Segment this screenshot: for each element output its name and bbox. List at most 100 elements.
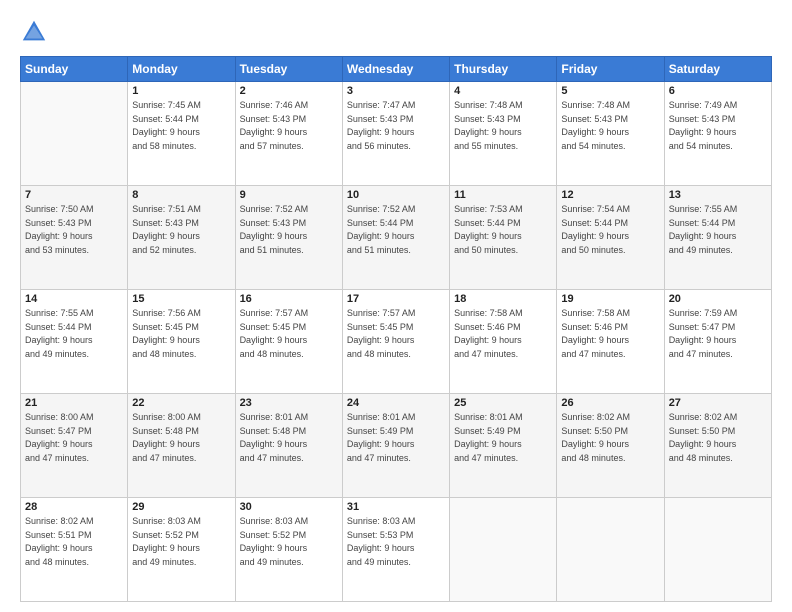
day-number: 13: [669, 189, 767, 201]
day-number: 7: [25, 189, 123, 201]
day-cell: 1 Sunrise: 7:45 AMSunset: 5:44 PMDaylight…: [128, 82, 235, 186]
day-cell: 12 Sunrise: 7:54 AMSunset: 5:44 PMDayligh…: [557, 186, 664, 290]
day-number: 27: [669, 397, 767, 409]
col-header-thursday: Thursday: [450, 57, 557, 82]
day-number: 20: [669, 293, 767, 305]
day-cell: 10 Sunrise: 7:52 AMSunset: 5:44 PMDayligh…: [342, 186, 449, 290]
day-info: Sunrise: 7:52 AMSunset: 5:44 PMDaylight:…: [347, 203, 445, 257]
day-info: Sunrise: 7:58 AMSunset: 5:46 PMDaylight:…: [561, 307, 659, 361]
day-number: 15: [132, 293, 230, 305]
day-info: Sunrise: 8:02 AMSunset: 5:51 PMDaylight:…: [25, 515, 123, 569]
day-info: Sunrise: 7:55 AMSunset: 5:44 PMDaylight:…: [25, 307, 123, 361]
day-info: Sunrise: 7:53 AMSunset: 5:44 PMDaylight:…: [454, 203, 552, 257]
day-cell: 27 Sunrise: 8:02 AMSunset: 5:50 PMDayligh…: [664, 394, 771, 498]
day-info: Sunrise: 7:55 AMSunset: 5:44 PMDaylight:…: [669, 203, 767, 257]
day-info: Sunrise: 7:48 AMSunset: 5:43 PMDaylight:…: [454, 99, 552, 153]
calendar-table: SundayMondayTuesdayWednesdayThursdayFrid…: [20, 56, 772, 602]
day-cell: 15Sunrise: 7:56 AMSunset: 5:45 PMDayligh…: [128, 290, 235, 394]
day-number: 25: [454, 397, 552, 409]
col-header-monday: Monday: [128, 57, 235, 82]
day-number: 28: [25, 501, 123, 513]
col-header-wednesday: Wednesday: [342, 57, 449, 82]
day-number: 11: [454, 189, 552, 201]
day-info: Sunrise: 8:03 AMSunset: 5:53 PMDaylight:…: [347, 515, 445, 569]
day-cell: 9 Sunrise: 7:52 AMSunset: 5:43 PMDaylight…: [235, 186, 342, 290]
day-number: 1: [132, 85, 230, 97]
day-info: Sunrise: 8:00 AMSunset: 5:47 PMDaylight:…: [25, 411, 123, 465]
day-info: Sunrise: 8:01 AMSunset: 5:49 PMDaylight:…: [454, 411, 552, 465]
day-info: Sunrise: 7:45 AMSunset: 5:44 PMDaylight:…: [132, 99, 230, 153]
day-number: 5: [561, 85, 659, 97]
header: [20, 18, 772, 46]
day-cell: [450, 498, 557, 602]
day-number: 4: [454, 85, 552, 97]
day-cell: 22 Sunrise: 8:00 AMSunset: 5:48 PMDayligh…: [128, 394, 235, 498]
day-info: Sunrise: 8:02 AMSunset: 5:50 PMDaylight:…: [561, 411, 659, 465]
header-row: SundayMondayTuesdayWednesdayThursdayFrid…: [21, 57, 772, 82]
day-cell: 3 Sunrise: 7:47 AMSunset: 5:43 PMDaylight…: [342, 82, 449, 186]
day-info: Sunrise: 7:49 AMSunset: 5:43 PMDaylight:…: [669, 99, 767, 153]
day-info: Sunrise: 7:58 AMSunset: 5:46 PMDaylight:…: [454, 307, 552, 361]
day-cell: 13 Sunrise: 7:55 AMSunset: 5:44 PMDayligh…: [664, 186, 771, 290]
day-number: 23: [240, 397, 338, 409]
day-info: Sunrise: 7:48 AMSunset: 5:43 PMDaylight:…: [561, 99, 659, 153]
day-cell: 18 Sunrise: 7:58 AMSunset: 5:46 PMDayligh…: [450, 290, 557, 394]
day-cell: 31Sunrise: 8:03 AMSunset: 5:53 PMDayligh…: [342, 498, 449, 602]
day-info: Sunrise: 7:54 AMSunset: 5:44 PMDaylight:…: [561, 203, 659, 257]
day-cell: 14Sunrise: 7:55 AMSunset: 5:44 PMDayligh…: [21, 290, 128, 394]
day-number: 24: [347, 397, 445, 409]
day-cell: 25 Sunrise: 8:01 AMSunset: 5:49 PMDayligh…: [450, 394, 557, 498]
day-cell: 5 Sunrise: 7:48 AMSunset: 5:43 PMDaylight…: [557, 82, 664, 186]
day-cell: 11 Sunrise: 7:53 AMSunset: 5:44 PMDayligh…: [450, 186, 557, 290]
day-number: 26: [561, 397, 659, 409]
logo-icon: [20, 18, 48, 46]
day-cell: 24 Sunrise: 8:01 AMSunset: 5:49 PMDayligh…: [342, 394, 449, 498]
day-number: 17: [347, 293, 445, 305]
day-number: 2: [240, 85, 338, 97]
day-number: 12: [561, 189, 659, 201]
day-info: Sunrise: 7:57 AMSunset: 5:45 PMDaylight:…: [347, 307, 445, 361]
day-cell: 2 Sunrise: 7:46 AMSunset: 5:43 PMDaylight…: [235, 82, 342, 186]
day-info: Sunrise: 8:01 AMSunset: 5:49 PMDaylight:…: [347, 411, 445, 465]
day-number: 10: [347, 189, 445, 201]
week-row-5: 28 Sunrise: 8:02 AMSunset: 5:51 PMDayligh…: [21, 498, 772, 602]
day-cell: 4 Sunrise: 7:48 AMSunset: 5:43 PMDaylight…: [450, 82, 557, 186]
col-header-saturday: Saturday: [664, 57, 771, 82]
day-cell: [664, 498, 771, 602]
day-number: 22: [132, 397, 230, 409]
day-number: 6: [669, 85, 767, 97]
day-number: 18: [454, 293, 552, 305]
col-header-sunday: Sunday: [21, 57, 128, 82]
week-row-2: 7 Sunrise: 7:50 AMSunset: 5:43 PMDaylight…: [21, 186, 772, 290]
day-info: Sunrise: 8:00 AMSunset: 5:48 PMDaylight:…: [132, 411, 230, 465]
day-info: Sunrise: 7:47 AMSunset: 5:43 PMDaylight:…: [347, 99, 445, 153]
day-number: 29: [132, 501, 230, 513]
day-number: 3: [347, 85, 445, 97]
logo: [20, 18, 52, 46]
day-info: Sunrise: 8:03 AMSunset: 5:52 PMDaylight:…: [132, 515, 230, 569]
day-cell: 19 Sunrise: 7:58 AMSunset: 5:46 PMDayligh…: [557, 290, 664, 394]
day-cell: 21 Sunrise: 8:00 AMSunset: 5:47 PMDayligh…: [21, 394, 128, 498]
day-number: 21: [25, 397, 123, 409]
day-number: 16: [240, 293, 338, 305]
day-cell: 20 Sunrise: 7:59 AMSunset: 5:47 PMDayligh…: [664, 290, 771, 394]
day-info: Sunrise: 8:02 AMSunset: 5:50 PMDaylight:…: [669, 411, 767, 465]
day-info: Sunrise: 7:52 AMSunset: 5:43 PMDaylight:…: [240, 203, 338, 257]
day-cell: [21, 82, 128, 186]
day-number: 9: [240, 189, 338, 201]
day-info: Sunrise: 7:57 AMSunset: 5:45 PMDaylight:…: [240, 307, 338, 361]
day-info: Sunrise: 7:46 AMSunset: 5:43 PMDaylight:…: [240, 99, 338, 153]
col-header-tuesday: Tuesday: [235, 57, 342, 82]
day-cell: [557, 498, 664, 602]
day-info: Sunrise: 8:01 AMSunset: 5:48 PMDaylight:…: [240, 411, 338, 465]
day-info: Sunrise: 7:50 AMSunset: 5:43 PMDaylight:…: [25, 203, 123, 257]
day-number: 30: [240, 501, 338, 513]
day-cell: 6 Sunrise: 7:49 AMSunset: 5:43 PMDaylight…: [664, 82, 771, 186]
day-info: Sunrise: 7:51 AMSunset: 5:43 PMDaylight:…: [132, 203, 230, 257]
day-number: 19: [561, 293, 659, 305]
day-cell: 26 Sunrise: 8:02 AMSunset: 5:50 PMDayligh…: [557, 394, 664, 498]
day-number: 8: [132, 189, 230, 201]
col-header-friday: Friday: [557, 57, 664, 82]
day-info: Sunrise: 7:59 AMSunset: 5:47 PMDaylight:…: [669, 307, 767, 361]
day-cell: 28 Sunrise: 8:02 AMSunset: 5:51 PMDayligh…: [21, 498, 128, 602]
